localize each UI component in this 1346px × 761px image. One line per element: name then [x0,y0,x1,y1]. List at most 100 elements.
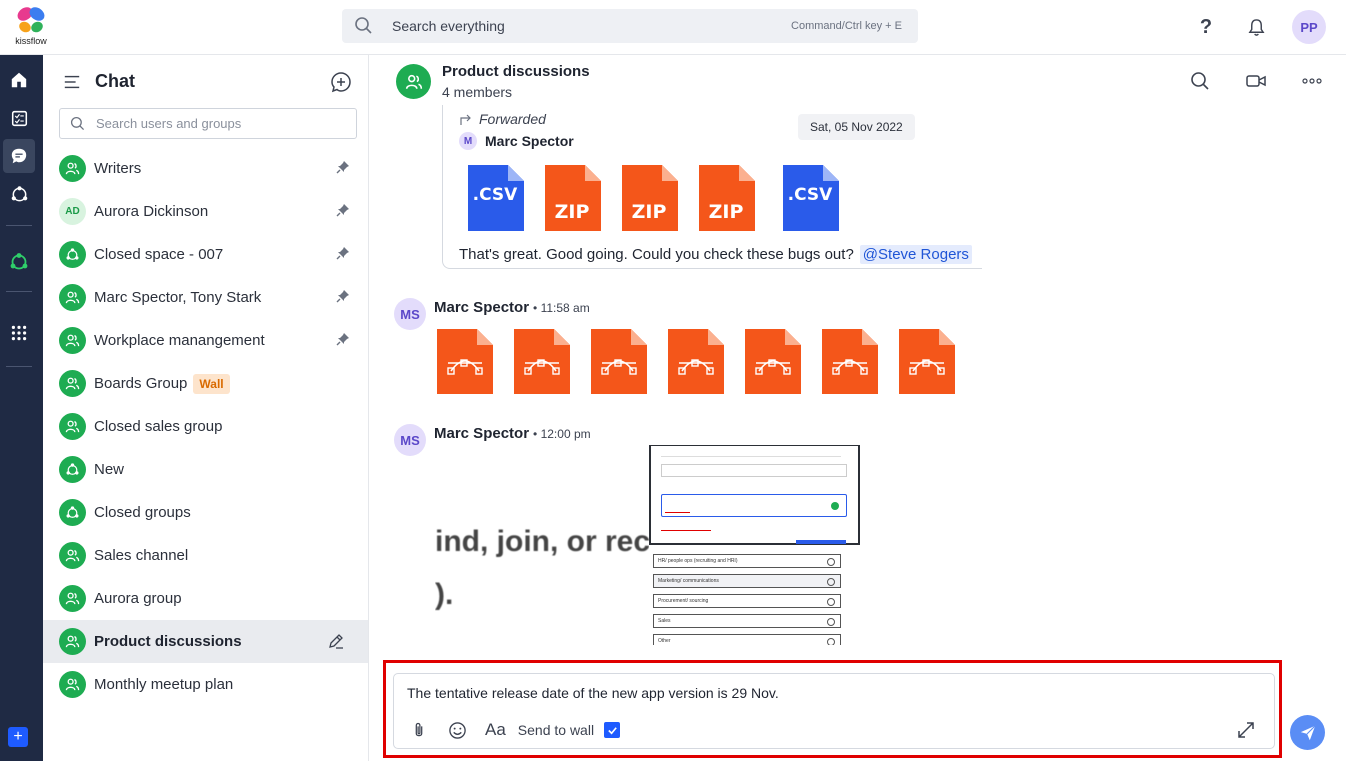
chat-item-monthly-meetup[interactable]: Monthly meetup plan [43,663,368,706]
chat-item-label: Product discussions [94,633,242,650]
group-icon [59,327,86,354]
form-preview [649,445,860,545]
author-name[interactable]: Marc Spector [434,425,529,442]
forwarded-attachments: .CSV ZIP ZIP ZIP .CSV [466,163,858,233]
image-attachment[interactable]: ind, join, or rec ). HR/ people ops (rec… [435,445,865,645]
attachment-icon[interactable] [409,720,429,740]
bell-icon[interactable] [1242,13,1270,41]
option-row: Sales [653,614,841,628]
chat-item-new[interactable]: New [43,448,368,491]
zip-file-attachment[interactable]: ZIP [697,163,757,233]
group-icon [59,628,86,655]
avatar[interactable]: MS [394,298,426,330]
home-icon[interactable] [3,63,35,97]
chat-item-workplace[interactable]: Workplace manangement [43,319,368,362]
image-text: ). [435,578,454,611]
new-chat-icon[interactable] [330,71,352,93]
csv-file-attachment[interactable]: .CSV [781,163,841,233]
zip-file-attachment[interactable]: ZIP [620,163,680,233]
send-to-wall-checkbox[interactable] [604,722,621,738]
zip-file-attachment[interactable]: ZIP [543,163,603,233]
pin-icon[interactable] [336,246,350,260]
date-chip: Sat, 05 Nov 2022 [798,114,915,140]
chat-item-aurora-dickinson[interactable]: AD Aurora Dickinson [43,190,368,233]
message-time: • 11:58 am [533,301,590,315]
tasks-icon[interactable] [3,101,35,135]
expand-icon[interactable] [1236,720,1256,740]
message-composer[interactable]: The tentative release date of the new ap… [393,673,1275,749]
option-row: Procurement/ sourcing [653,594,841,608]
space-icon [59,499,86,526]
kissflow-logo[interactable]: kissflow [10,6,52,48]
author-name[interactable]: Marc Spector [485,133,574,149]
chat-item-label: New [94,461,125,478]
pin-icon[interactable] [336,332,350,346]
avatar[interactable]: MS [394,424,426,456]
text-format-button[interactable]: Aa [485,720,506,740]
vector-file-attachment[interactable] [512,327,572,396]
checkmark-icon [607,726,617,734]
vector-file-attachment[interactable] [897,327,957,396]
chat-list-panel: Chat Search users and groups Writers AD … [43,55,369,761]
top-right-actions: ? PP [1192,10,1326,44]
member-count[interactable]: 4 members [442,84,512,100]
search-icon[interactable] [1190,71,1210,91]
author-name[interactable]: Marc Spector [434,299,529,316]
csv-file-attachment[interactable]: .CSV [466,163,526,233]
chat-item-marc-tony[interactable]: Marc Spector, Tony Stark [43,276,368,319]
conversation-pane: Forwarded M Marc Spector Sat, 05 Nov 202… [369,55,1346,761]
chat-item-label: Monthly meetup plan [94,676,234,693]
group-icon[interactable] [396,64,431,99]
pin-icon[interactable] [336,289,350,303]
chat-item-boards-group[interactable]: Boards Group Wall [43,362,368,405]
composer-input[interactable]: The tentative release date of the new ap… [407,685,779,701]
message-time: • 12:00 pm [533,427,591,441]
help-icon[interactable]: ? [1192,13,1220,41]
forwarded-author: M Marc Spector [459,132,574,150]
apps-grid-icon[interactable] [3,316,35,350]
vector-file-attachment[interactable] [589,327,649,396]
community-icon[interactable] [3,177,35,211]
forwarded-label: Forwarded [459,111,546,127]
more-options-icon[interactable] [1302,71,1322,91]
conversation-title[interactable]: Product discussions [442,63,590,80]
pin-icon[interactable] [336,203,350,217]
chat-item-product-discussions[interactable]: Product discussions [43,620,368,663]
top-bar: kissflow Search everything Command/Ctrl … [0,0,1346,55]
search-icon [355,17,372,34]
vector-file-attachment[interactable] [820,327,880,396]
vector-file-attachment[interactable] [435,327,495,396]
group-icon [59,413,86,440]
option-row: HR/ people ops (recruiting and HRI) [653,554,841,568]
group-icon [59,585,86,612]
search-users-input[interactable]: Search users and groups [59,108,357,139]
chat-item-writers[interactable]: Writers [43,147,368,190]
vector-file-attachment[interactable] [666,327,726,396]
video-call-icon[interactable] [1246,71,1266,91]
vector-attachments [435,327,957,396]
composer-toolbar: Aa Send to wall [409,720,621,740]
group-icon [59,542,86,569]
vector-file-attachment[interactable] [743,327,803,396]
emoji-icon[interactable] [447,720,467,740]
add-plus-icon[interactable]: + [8,727,28,747]
user-mention[interactable]: @Steve Rogers [859,245,972,264]
edit-pencil-icon[interactable] [328,633,344,649]
space-icon[interactable] [3,245,35,279]
chat-item-sales-channel[interactable]: Sales channel [43,534,368,577]
forward-arrow-icon [460,114,471,125]
chat-icon[interactable] [3,139,35,173]
global-search-bar[interactable]: Search everything Command/Ctrl key + E [342,9,918,43]
hamburger-menu-icon[interactable] [63,73,81,91]
chat-item-aurora-group[interactable]: Aurora group [43,577,368,620]
pin-icon[interactable] [336,160,350,174]
vector-file-icon [745,329,801,394]
chat-item-label: Closed groups [94,504,191,521]
conversation-actions [1190,71,1322,91]
chat-item-closed-space-007[interactable]: Closed space - 007 [43,233,368,276]
chat-item-closed-groups[interactable]: Closed groups [43,491,368,534]
chat-item-label: Boards Group [94,375,188,392]
chat-item-closed-sales-group[interactable]: Closed sales group [43,405,368,448]
user-avatar[interactable]: PP [1292,10,1326,44]
send-button[interactable] [1290,715,1325,750]
